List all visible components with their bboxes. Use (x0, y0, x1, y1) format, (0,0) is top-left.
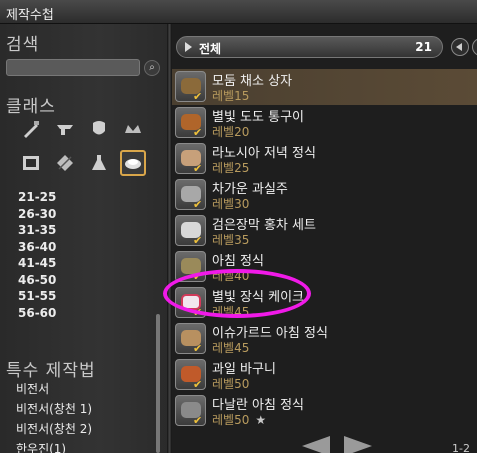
recipe-item[interactable]: ✔ 과일 바구니 레벨50 (172, 357, 477, 393)
level-range-item[interactable]: 56-60 (18, 306, 56, 323)
level-range-item[interactable]: 41-45 (18, 256, 56, 273)
left-scrollbar[interactable] (156, 314, 160, 453)
search-icon[interactable]: ⌕ (144, 60, 160, 76)
completed-check-icon: ✔ (193, 234, 203, 247)
recipe-level: 레벨45 (212, 341, 250, 355)
level-range-item[interactable]: 36-40 (18, 240, 56, 257)
completed-check-icon: ✔ (193, 90, 203, 103)
prev-page-button[interactable] (451, 38, 469, 56)
class-heading: 클래스 (6, 97, 56, 117)
carpenter-icon[interactable] (18, 116, 44, 142)
recipe-item[interactable]: ✔ 다날란 아침 정식 레벨50 ★ (172, 393, 477, 429)
special-item[interactable]: 비전서(창천 2) (16, 420, 92, 440)
recipe-item[interactable]: ✔ 검은장막 홍차 세트 레벨35 (172, 213, 477, 249)
search-heading: 검색 (6, 35, 40, 55)
recipe-item[interactable]: ✔ 라노시아 저녁 정식 레벨25 (172, 141, 477, 177)
recipe-item[interactable]: ✔ 별빛 도도 통구이 레벨20 (172, 105, 477, 141)
next-page-button[interactable] (472, 38, 477, 56)
recipe-level: 레벨35 (212, 233, 250, 247)
level-range-item[interactable]: 31-35 (18, 223, 56, 240)
recipe-level: 레벨30 (212, 197, 250, 211)
completed-check-icon: ✔ (193, 198, 203, 211)
level-range-list: 21-25 26-30 31-35 36-40 41-45 46-50 51-5… (18, 190, 56, 322)
special-list: 비전서 비전서(창천 1) 비전서(창천 2) 한우진(1) (16, 380, 92, 453)
level-range-item[interactable]: 46-50 (18, 273, 56, 290)
recipe-level-text: 레벨50 (212, 413, 250, 427)
culinarian-icon[interactable] (120, 150, 146, 176)
filter-dropdown[interactable]: 전체 21 (176, 36, 443, 58)
completed-check-icon: ✔ (193, 414, 203, 427)
completed-check-icon: ✔ (193, 126, 203, 139)
left-panel: 검색 ⌕ 클래스 21-25 26-30 31-35 36-40 41-45 4… (0, 24, 167, 453)
recipe-item[interactable]: ✔ 차가운 과실주 레벨30 (172, 177, 477, 213)
recipe-list: ✔ 모둠 채소 상자 레벨15 ✔ 별빛 도도 통구이 레벨20 ✔ 라노시아 … (172, 69, 477, 429)
special-item[interactable]: 한우진(1) (16, 440, 92, 453)
next-arrow-icon[interactable] (344, 436, 372, 453)
recipe-level: 레벨50 ★ (212, 411, 266, 428)
level-range-item[interactable]: 26-30 (18, 207, 56, 224)
highlight-annotation (163, 269, 311, 318)
recipe-item[interactable]: ✔ 모둠 채소 상자 레벨15 (172, 69, 477, 105)
recipe-level: 레벨20 (212, 125, 250, 139)
page-indicator: 1-2 (452, 442, 470, 453)
search-input[interactable] (6, 59, 140, 76)
completed-check-icon: ✔ (193, 162, 203, 175)
goldsmith-icon[interactable] (120, 116, 146, 142)
blacksmith-icon[interactable] (52, 116, 78, 142)
level-range-item[interactable]: 51-55 (18, 289, 56, 306)
recipe-level: 레벨15 (212, 89, 250, 103)
title-bar: 제작수첩 (0, 0, 477, 24)
armorer-icon[interactable] (86, 116, 112, 142)
filter-label: 전체 (199, 42, 222, 56)
completed-check-icon: ✔ (193, 342, 203, 355)
special-item[interactable]: 비전서 (16, 380, 92, 400)
completed-check-icon: ✔ (193, 378, 203, 391)
recipe-panel: 전체 21 ✔ 모둠 채소 상자 레벨15 ✔ 별빛 도도 통구이 레벨20 ✔… (172, 24, 477, 453)
special-item[interactable]: 비전서(창천 1) (16, 400, 92, 420)
expand-arrow-icon (185, 42, 192, 52)
recipe-item[interactable]: ✔ 이슈가르드 아침 정식 레벨45 (172, 321, 477, 357)
level-range-item[interactable]: 21-25 (18, 190, 56, 207)
prev-arrow-icon[interactable] (302, 436, 330, 453)
weaver-icon[interactable] (52, 150, 78, 176)
leatherworker-icon[interactable] (18, 150, 44, 176)
recipe-count: 21 (415, 40, 432, 54)
special-heading: 특수 제작법 (6, 361, 96, 381)
star-icon: ★ (255, 413, 267, 427)
recipe-level: 레벨50 (212, 377, 250, 391)
alchemist-icon[interactable] (86, 150, 112, 176)
window-title: 제작수첩 (6, 8, 54, 23)
recipe-level: 레벨25 (212, 161, 250, 175)
